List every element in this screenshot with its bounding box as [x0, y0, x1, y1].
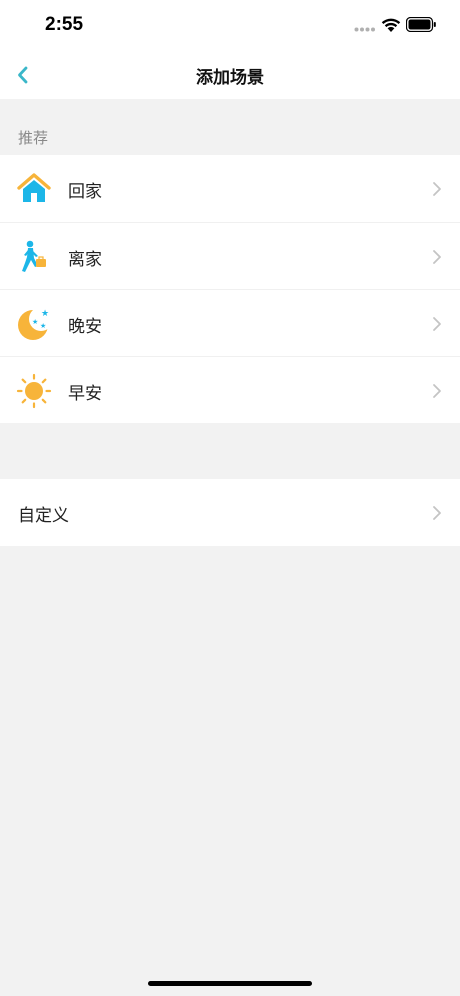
wifi-icon [381, 18, 401, 32]
battery-icon [406, 17, 436, 32]
scene-label: 早安 [68, 384, 102, 404]
svg-text:★: ★ [41, 309, 49, 319]
status-bar: 2:55 [0, 0, 460, 50]
scene-label: 回家 [68, 182, 102, 202]
leaving-person-icon [16, 239, 52, 275]
status-time: 2:55 [45, 14, 84, 35]
home-icon [16, 171, 52, 207]
scene-row-leave[interactable]: 离家 [0, 222, 460, 289]
cellular-signal-icon [354, 27, 375, 32]
recommended-scene-list: 回家 离家 ★ ★ ★ 晚安 早安 [0, 155, 460, 423]
screen: 2:55 添加场景 推荐 回家 离家 ★ ★ ★ 晚安 早安 自定义 [0, 0, 460, 996]
navigation-bar: 添加场景 [0, 50, 460, 99]
chevron-right-icon [433, 384, 441, 398]
scene-label: 晚安 [68, 317, 102, 337]
custom-scene-list: 自定义 [0, 479, 460, 546]
chevron-right-icon [433, 317, 441, 331]
scene-row-custom[interactable]: 自定义 [0, 479, 460, 546]
chevron-right-icon [433, 182, 441, 196]
custom-label: 自定义 [18, 506, 69, 526]
moon-stars-icon: ★ ★ ★ [16, 306, 52, 342]
page-title: 添加场景 [196, 68, 264, 88]
home-indicator[interactable] [148, 981, 312, 986]
chevron-right-icon [433, 506, 441, 520]
svg-text:★: ★ [32, 318, 38, 326]
section-header-recommended: 推荐 [18, 129, 49, 147]
svg-text:★: ★ [40, 322, 46, 330]
chevron-right-icon [433, 250, 441, 264]
sun-icon [16, 373, 52, 409]
scene-row-home[interactable]: 回家 [0, 155, 460, 222]
scene-row-goodnight[interactable]: ★ ★ ★ 晚安 [0, 289, 460, 356]
scene-row-good-morning[interactable]: 早安 [0, 356, 460, 423]
scene-label: 离家 [68, 250, 102, 270]
